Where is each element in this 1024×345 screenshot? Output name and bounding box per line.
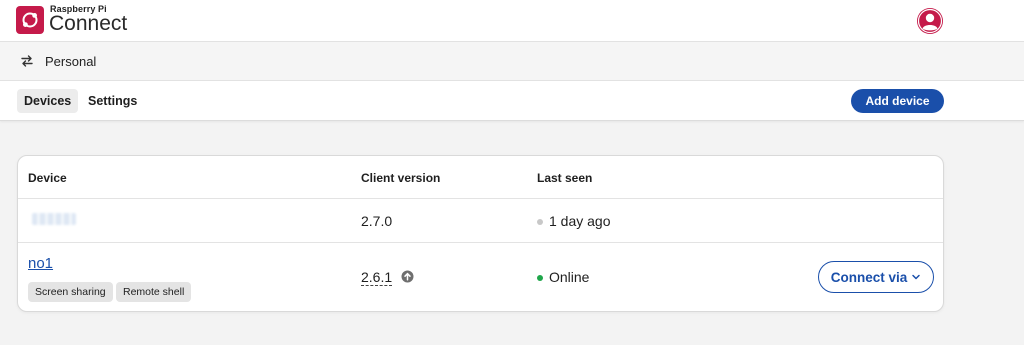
tab-devices[interactable]: Devices: [17, 89, 79, 113]
connect-via-label: Connect via: [830, 269, 908, 285]
table-row: no1 Screen sharing Remote shell 2.6.1 On…: [18, 243, 943, 311]
status-dot-online: [537, 275, 543, 281]
status-dot-offline: [537, 219, 543, 225]
last-seen: Online: [549, 269, 590, 285]
device-name-link[interactable]: no1: [28, 255, 53, 272]
workspace-label: Personal: [45, 54, 97, 69]
add-device-button[interactable]: Add device: [851, 89, 944, 113]
top-bar: Raspberry Pi Connect: [0, 0, 1024, 42]
client-version-outdated[interactable]: 2.6.1: [361, 269, 393, 286]
swap-arrows-icon: [21, 55, 33, 67]
tab-settings[interactable]: Settings: [81, 89, 144, 113]
brand-name-large: Connect: [49, 12, 128, 35]
update-available-icon[interactable]: [401, 270, 414, 283]
devices-table: Device Client version Last seen 2.7.0 1 …: [17, 155, 944, 312]
device-name-redacted[interactable]: [32, 213, 76, 225]
raspberry-pi-connect-logo-icon[interactable]: [16, 6, 44, 34]
client-version: 2.7.0: [361, 213, 393, 229]
user-avatar-icon[interactable]: [916, 7, 944, 35]
table-row: 2.7.0 1 day ago: [18, 199, 943, 243]
tab-bar: Devices Settings Add device: [0, 81, 1024, 121]
capability-tag-remote-shell: Remote shell: [116, 282, 192, 302]
chevron-down-icon: [912, 274, 921, 280]
capability-tag-screen-sharing: Screen sharing: [28, 282, 113, 302]
column-header-device: Device: [28, 171, 67, 185]
last-seen: 1 day ago: [549, 213, 611, 229]
connect-via-button[interactable]: Connect via: [818, 261, 934, 293]
column-header-client-version: Client version: [361, 171, 441, 185]
table-header: Device Client version Last seen: [18, 156, 943, 199]
workspace-switcher[interactable]: Personal: [0, 42, 1024, 81]
column-header-last-seen: Last seen: [537, 171, 593, 185]
